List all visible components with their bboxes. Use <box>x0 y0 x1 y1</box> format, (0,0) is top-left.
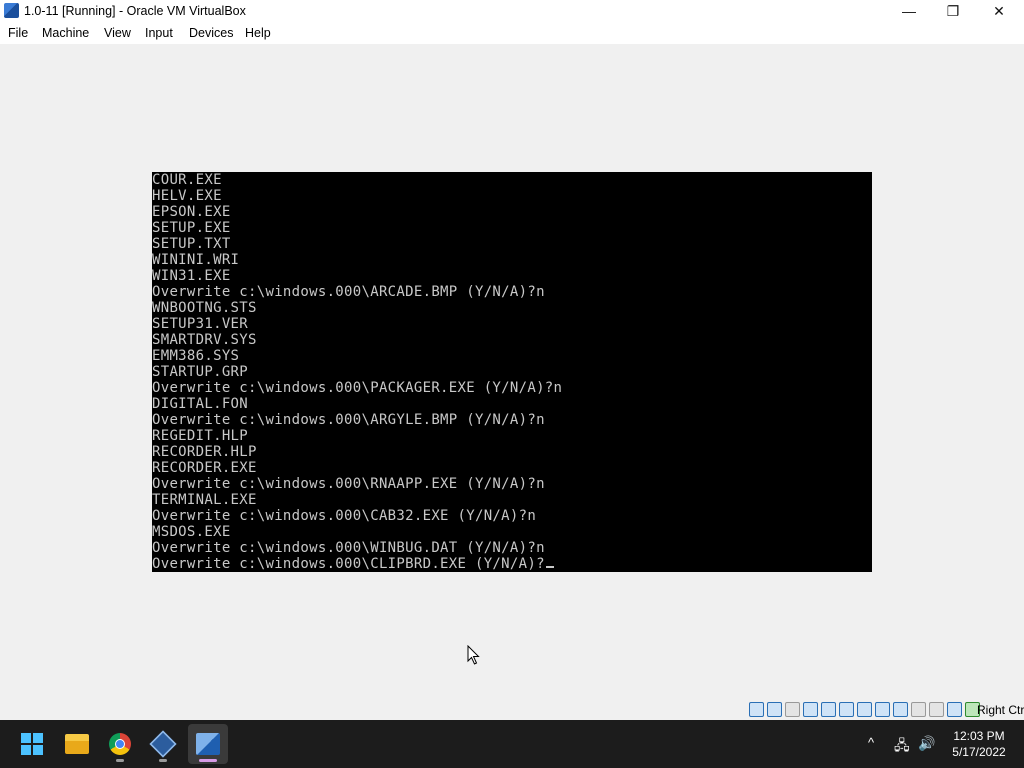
folder-icon <box>65 734 89 754</box>
audio-icon[interactable] <box>803 702 818 717</box>
floppy-icon[interactable] <box>785 702 800 717</box>
console-line: Overwrite c:\windows.000\ARGYLE.BMP (Y/N… <box>152 412 545 428</box>
console-line: HELV.EXE <box>152 188 222 204</box>
clock[interactable]: 12:03 PM 5/17/2022 <box>944 728 1014 760</box>
shared-folders-icon[interactable] <box>857 702 872 717</box>
console-line: SETUP.TXT <box>152 236 231 252</box>
start-button[interactable] <box>12 724 52 764</box>
console-line: RECORDER.HLP <box>152 444 257 460</box>
volume-icon[interactable]: 🔊 <box>918 735 935 752</box>
console-line: MSDOS.EXE <box>152 524 231 540</box>
taskbar-chrome[interactable] <box>100 724 140 764</box>
close-icon: ✕ <box>993 2 1005 19</box>
console-line: SMARTDRV.SYS <box>152 332 257 348</box>
running-indicator <box>116 759 124 762</box>
menu-devices[interactable]: Devices <box>189 26 233 40</box>
taskbar-virtualbox-manager[interactable] <box>143 724 183 764</box>
console-line: Overwrite c:\windows.000\RNAAPP.EXE (Y/N… <box>152 476 545 492</box>
video-capture-icon[interactable] <box>893 702 908 717</box>
console-line: TERMINAL.EXE <box>152 492 257 508</box>
console-line: WNBOOTNG.STS <box>152 300 257 316</box>
clock-date: 5/17/2022 <box>952 745 1006 759</box>
console-line: SETUP31.VER <box>152 316 249 332</box>
console-line: STARTUP.GRP <box>152 364 249 380</box>
console-line: Overwrite c:\windows.000\WINBUG.DAT (Y/N… <box>152 540 545 556</box>
console-line: COUR.EXE <box>152 172 222 188</box>
taskbar-file-explorer[interactable] <box>57 724 97 764</box>
console-line: SETUP.EXE <box>152 220 231 236</box>
mouse-integration-icon[interactable] <box>947 702 962 717</box>
console-line: Overwrite c:\windows.000\ARCADE.BMP (Y/N… <box>152 284 545 300</box>
taskbar-virtualbox-vm[interactable] <box>188 724 228 764</box>
console-line: WIN31.EXE <box>152 268 231 284</box>
restore-icon: ❐ <box>946 2 960 19</box>
chrome-icon <box>109 733 131 755</box>
console-line: Overwrite c:\windows.000\PACKAGER.EXE (Y… <box>152 380 563 396</box>
console-line: WININI.WRI <box>152 252 240 268</box>
guest-screen[interactable]: COUR.EXE HELV.EXE EPSON.EXE SETUP.EXE SETUP.… <box>152 172 872 572</box>
console-line: RECORDER.EXE <box>152 460 257 476</box>
menu-help[interactable]: Help <box>245 26 271 40</box>
menu-input[interactable]: Input <box>145 26 173 40</box>
active-indicator <box>199 759 217 762</box>
minimize-button[interactable]: — <box>886 0 932 22</box>
console-line: Overwrite c:\windows.000\CLIPBRD.EXE (Y/… <box>152 556 562 572</box>
mouse-pointer-icon <box>467 645 480 665</box>
minimize-icon: — <box>902 3 916 19</box>
host-key-label: Right Ctrl <box>977 703 1024 717</box>
menu-bar: File Machine View Input Devices Help <box>0 22 1024 44</box>
console-line: EPSON.EXE <box>152 204 231 220</box>
virtualbox-icon <box>4 3 19 18</box>
restore-button[interactable]: ❐ <box>930 0 976 22</box>
network-icon[interactable] <box>821 702 836 717</box>
console-line: EMM386.SYS <box>152 348 240 364</box>
running-indicator <box>159 759 167 762</box>
usb-icon[interactable] <box>839 702 854 717</box>
recording-icon[interactable] <box>911 702 926 717</box>
virtualbox-window: 1.0-11 [Running] - Oracle VM VirtualBox … <box>0 0 1024 720</box>
display-icon[interactable] <box>875 702 890 717</box>
optical-drive-icon[interactable] <box>767 702 782 717</box>
clock-time: 12:03 PM <box>953 729 1005 743</box>
console-line: DIGITAL.FON <box>152 396 249 412</box>
vm-window-icon <box>196 733 220 755</box>
close-button[interactable]: ✕ <box>976 0 1022 22</box>
console-line: Overwrite c:\windows.000\CAB32.EXE (Y/N/… <box>152 508 537 524</box>
menu-machine[interactable]: Machine <box>42 26 89 40</box>
console-line: REGEDIT.HLP <box>152 428 249 444</box>
text-cursor <box>545 566 554 568</box>
show-hidden-icons-button[interactable]: ^ <box>868 735 874 750</box>
windows-start-icon <box>21 733 43 755</box>
menu-file[interactable]: File <box>8 26 28 40</box>
cpu-icon[interactable] <box>929 702 944 717</box>
console-output: COUR.EXE HELV.EXE EPSON.EXE SETUP.EXE SETUP.… <box>152 172 562 572</box>
virtualbox-manager-icon <box>149 730 177 758</box>
network-icon[interactable]: 🖧 <box>894 735 910 759</box>
window-title: 1.0-11 [Running] - Oracle VM VirtualBox <box>24 4 246 18</box>
menu-view[interactable]: View <box>104 26 131 40</box>
status-icons <box>749 702 980 717</box>
hard-disk-icon[interactable] <box>749 702 764 717</box>
title-bar[interactable]: 1.0-11 [Running] - Oracle VM VirtualBox … <box>0 0 1024 22</box>
